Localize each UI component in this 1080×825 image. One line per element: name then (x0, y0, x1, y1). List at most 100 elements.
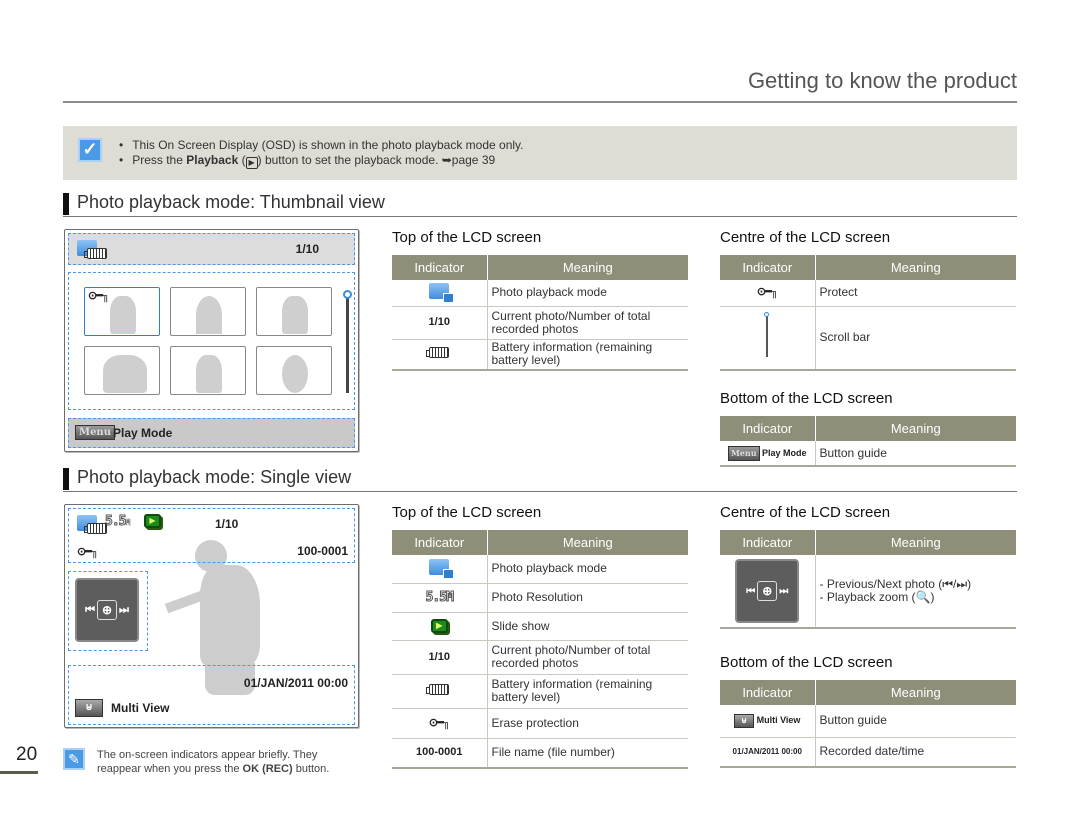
thumbnail-4[interactable] (84, 346, 160, 395)
play-mode-label: Play Mode (113, 426, 173, 440)
thumbnail-silhouette (103, 355, 147, 393)
thumbnail-6[interactable] (256, 346, 332, 395)
table-row: 5.5M Photo Resolution (392, 583, 688, 613)
battery-icon (426, 683, 450, 695)
scroll-bar[interactable] (346, 295, 349, 393)
note-item: This On Screen Display (OSD) is shown in… (119, 138, 523, 153)
lcd-centre-region: ⊙━╖ (68, 272, 355, 410)
note-check-icon: ✓ (78, 138, 102, 162)
table-row: Battery information (remaining battery l… (392, 339, 688, 371)
page-number-bar (0, 771, 38, 774)
previous-icon[interactable]: ⏮ (85, 604, 95, 617)
table-row: 1/10 Current photo/Number of total recor… (392, 640, 688, 675)
table-header-row: Indicator Meaning (720, 680, 1016, 705)
table-header-row: Indicator Meaning (720, 530, 1016, 555)
multi-view-label: Multi View (111, 701, 170, 715)
table-header-row: Indicator Meaning (720, 255, 1016, 280)
zoom-icon[interactable]: ⊕ (97, 600, 117, 620)
note-list: This On Screen Display (OSD) is shown in… (119, 138, 524, 169)
slide-show-icon: ▶ (430, 619, 448, 633)
thumbnail-silhouette (196, 355, 222, 393)
tip-pencil-icon: ✎ (63, 748, 85, 770)
lcd-top-region: 1/10 (68, 233, 355, 265)
file-number: 100-0001 (297, 544, 348, 558)
table-row: 100-0001 File name (file number) (392, 738, 688, 769)
menu-button-icon: Menu (727, 445, 760, 461)
photo-playback-icon (429, 558, 455, 579)
thumbnail-silhouette (110, 296, 136, 334)
table-title: Top of the LCD screen (392, 229, 542, 246)
resolution-icon: 5.5M (104, 514, 130, 530)
table-row: 1/10 Current photo/Number of total recor… (392, 306, 688, 340)
nav-zoom-icon: ⏮ ⊕ ⏭ (735, 559, 800, 623)
battery-icon (84, 248, 108, 259)
table-row: ▶ Slide show (392, 612, 688, 641)
table-header-row: Indicator Meaning (720, 416, 1016, 441)
resolution-icon: 5.5M (425, 589, 454, 605)
next-icon[interactable]: ⏭ (119, 604, 129, 617)
section-marker (63, 468, 69, 490)
page-number: 20 (16, 744, 38, 765)
table-row: ⊙━╖ Erase protection (392, 708, 688, 739)
note-box: ✓ This On Screen Display (OSD) is shown … (63, 126, 1017, 180)
photo-playback-icon (429, 282, 455, 303)
table-row: Battery information (remaining battery l… (392, 674, 688, 709)
scroll-knob[interactable] (343, 290, 352, 299)
tip-text: The on-screen indicators appear briefly.… (97, 749, 330, 775)
photo-counter: 1/10 (295, 242, 319, 256)
section-title-single: Photo playback mode: Single view (63, 466, 1017, 492)
thumbnail-silhouette (282, 296, 308, 334)
slide-show-icon: ▶ (144, 514, 161, 528)
protect-key-icon: ⊙━╖ (88, 290, 110, 302)
battery-icon (426, 346, 450, 358)
photo-counter: 1/10 (215, 517, 239, 531)
table-row: Menu Play Mode Button guide (720, 441, 1016, 467)
table-title: Centre of the LCD screen (720, 229, 891, 246)
single-top-table: Indicator Meaning Photo playback mode 5.… (392, 530, 688, 769)
lcd-centre-region: ⏮ ⊕ ⏭ (68, 571, 148, 651)
thumbnail-bottom-table: Indicator Meaning Menu Play Mode Button … (720, 416, 1016, 467)
table-row: 01/JAN/2011 00:00 Recorded date/time (720, 737, 1016, 768)
thumbnail-3[interactable] (256, 287, 332, 336)
table-row: ⏮ ⊕ ⏭ - Previous/Next photo (⏮/⏭) - Playba… (720, 555, 1016, 629)
lcd-top-region: 5.5M ▶ 1/10 ⊙━╖ 100-0001 (68, 508, 355, 563)
thumbnail-1[interactable]: ⊙━╖ (84, 287, 160, 336)
playback-icon: ▶ (245, 157, 258, 169)
table-header-row: Indicator Meaning (392, 255, 688, 280)
thumbnail-silhouette (282, 355, 308, 393)
nav-zoom-control[interactable]: ⏮ ⊕ ⏭ (75, 578, 139, 642)
battery-icon (84, 523, 108, 534)
protect-key-icon: ⊙━╖ (77, 546, 99, 558)
table-row: ⊙━╖ Protect (720, 280, 1016, 307)
note-item: Press the Playback (▶) button to set the… (119, 153, 524, 169)
table-row: Scroll bar (720, 306, 1016, 371)
table-row: Photo playback mode (392, 555, 688, 584)
thumbnail-centre-table: Indicator Meaning ⊙━╖ Protect Scroll bar (720, 255, 1016, 371)
protect-key-icon: ⊙━╖ (756, 286, 779, 299)
table-row: ⊎ Multi View Button guide (720, 705, 1016, 738)
page-title: Getting to know the product (747, 68, 1017, 93)
protect-key-icon: ⊙━╖ (428, 716, 451, 729)
section-title-thumbnail: Photo playback mode: Thumbnail view (63, 191, 1017, 217)
thumbnail-silhouette (196, 296, 222, 334)
lcd-thumbnail-view: 1/10 ⊙━╖ Menu Play Mode (64, 229, 359, 452)
single-bottom-table: Indicator Meaning ⊎ Multi View Button gu… (720, 680, 1016, 768)
table-title: Top of the LCD screen (392, 504, 542, 521)
thumbnail-5[interactable] (170, 346, 246, 395)
multi-view-button-icon: ⊎ (734, 713, 755, 728)
lcd-bottom-region: 01/JAN/2011 00:00 ⊎ Multi View (68, 665, 355, 725)
menu-button[interactable]: Menu (75, 425, 115, 440)
single-centre-table: Indicator Meaning ⏮ ⊕ ⏭ - Previous/Next ph… (720, 530, 1016, 629)
multi-view-button[interactable]: ⊎ (75, 699, 103, 717)
section-marker (63, 193, 69, 215)
table-title: Bottom of the LCD screen (720, 390, 893, 407)
thumbnail-2[interactable] (170, 287, 246, 336)
table-header-row: Indicator Meaning (392, 530, 688, 555)
table-title: Bottom of the LCD screen (720, 654, 893, 671)
table-title: Centre of the LCD screen (720, 504, 891, 521)
scroll-bar-icon (764, 311, 770, 357)
recorded-datetime: 01/JAN/2011 00:00 (243, 676, 348, 690)
table-row: Photo playback mode (392, 280, 688, 307)
lcd-single-view: 5.5M ▶ 1/10 ⊙━╖ 100-0001 ⏮ ⊕ ⏭ 01/JAN/20… (64, 504, 359, 728)
thumbnail-top-table: Indicator Meaning Photo playback mode 1/… (392, 255, 688, 371)
